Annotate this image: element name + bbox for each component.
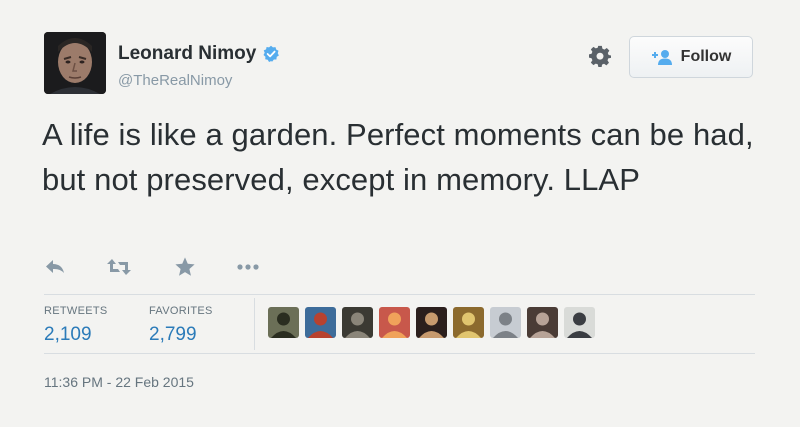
profile-avatar[interactable]: [44, 32, 106, 94]
follow-button-label: Follow: [680, 48, 732, 65]
favoriter-avatar-5[interactable]: [416, 307, 447, 338]
stats-divider-top: [44, 294, 755, 295]
more-icon[interactable]: [236, 263, 260, 271]
tweet-timestamp[interactable]: 11:36 PM - 22 Feb 2015: [44, 374, 194, 390]
favoriter-avatar-2[interactable]: [305, 307, 336, 338]
tweet-text: A life is like a garden. Perfect moments…: [42, 117, 754, 197]
stats-separator: [254, 298, 255, 350]
favoriter-avatar-3[interactable]: [342, 307, 373, 338]
profile-photo: [44, 32, 106, 94]
favoriter-avatar-6[interactable]: [453, 307, 484, 338]
favoriter-avatar-9[interactable]: [564, 307, 595, 338]
favoriter-avatar-4[interactable]: [379, 307, 410, 338]
tweet-card: Leonard Nimoy @TheRealNimoy Follow A lif…: [0, 0, 800, 427]
favoriter-avatar-1[interactable]: [268, 307, 299, 338]
add-user-icon: [651, 50, 672, 65]
retweet-icon[interactable]: [106, 257, 132, 277]
favoriter-avatar-7[interactable]: [490, 307, 521, 338]
user-handle[interactable]: @TheRealNimoy: [118, 72, 232, 89]
display-name[interactable]: Leonard Nimoy: [118, 43, 256, 65]
gear-icon[interactable]: [589, 45, 611, 67]
favorites-label: FAVORITES: [149, 305, 213, 317]
stats-divider-bottom: [44, 353, 755, 354]
retweets-count[interactable]: 2,109: [44, 324, 92, 346]
retweets-label: RETWEETS: [44, 305, 108, 317]
favoriter-avatar-8[interactable]: [527, 307, 558, 338]
reply-icon[interactable]: [44, 257, 66, 277]
verified-badge-icon: [263, 45, 280, 62]
follow-button[interactable]: Follow: [629, 36, 753, 78]
name-row: Leonard Nimoy: [118, 43, 280, 65]
favoriter-avatars: [268, 307, 601, 338]
tweet-actions: [44, 256, 260, 278]
favorite-icon[interactable]: [174, 256, 196, 278]
favorites-count[interactable]: 2,799: [149, 324, 197, 346]
